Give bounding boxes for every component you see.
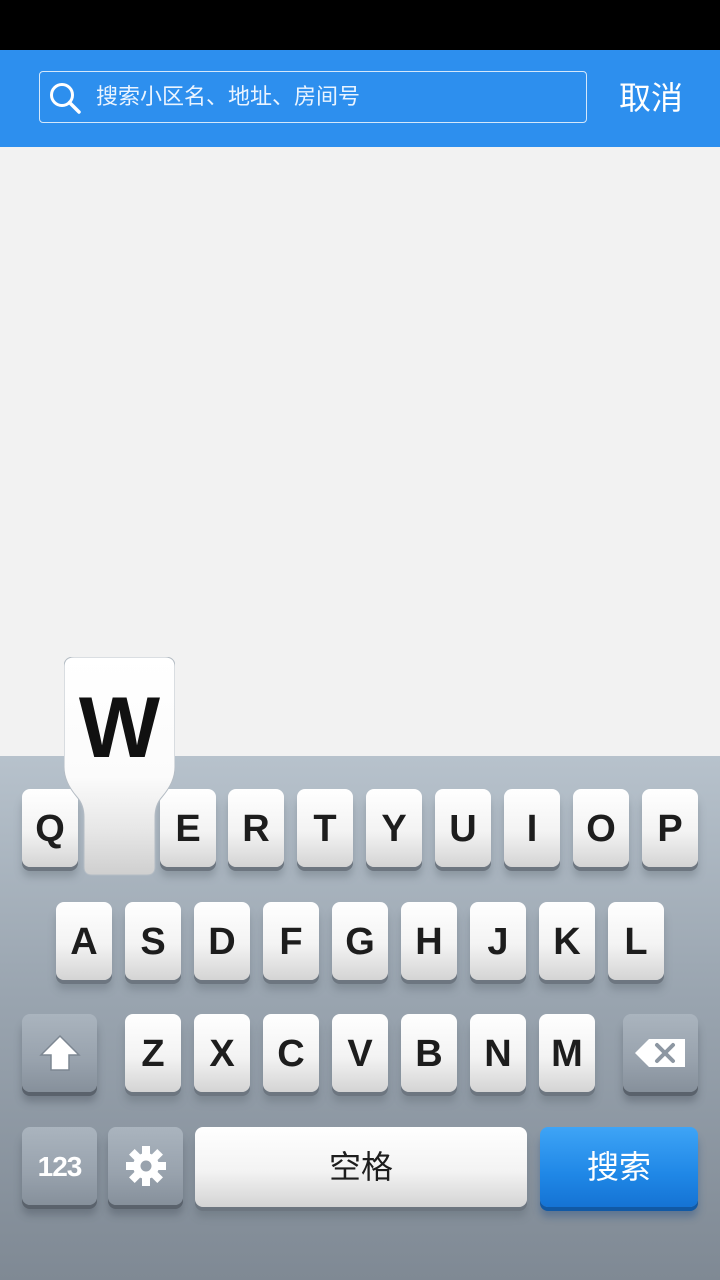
key-w-popup[interactable]: W [64,657,175,877]
key-s[interactable]: S [125,902,181,980]
shift-key[interactable] [22,1014,97,1092]
key-x[interactable]: X [194,1014,250,1092]
key-k[interactable]: K [539,902,595,980]
numbers-key[interactable]: 123 [22,1127,97,1205]
key-g[interactable]: G [332,902,388,980]
key-f[interactable]: F [263,902,319,980]
key-h[interactable]: H [401,902,457,980]
key-u[interactable]: U [435,789,491,867]
key-d[interactable]: D [194,902,250,980]
key-j[interactable]: J [470,902,526,980]
search-key[interactable]: 搜索 [540,1127,698,1207]
search-box[interactable] [39,71,587,123]
space-key[interactable]: 空格 [195,1127,527,1207]
search-header: 取消 [0,50,720,147]
key-b[interactable]: B [401,1014,457,1092]
key-m[interactable]: M [539,1014,595,1092]
search-icon [48,81,82,115]
key-z[interactable]: Z [125,1014,181,1092]
status-bar [0,0,720,50]
key-n[interactable]: N [470,1014,526,1092]
key-o[interactable]: O [573,789,629,867]
backspace-icon [623,1014,698,1092]
popup-letter: W [78,680,161,776]
key-r[interactable]: R [228,789,284,867]
key-i[interactable]: I [504,789,560,867]
shift-icon [22,1014,97,1092]
key-t[interactable]: T [297,789,353,867]
key-v[interactable]: V [332,1014,388,1092]
cancel-button[interactable]: 取消 [606,72,696,124]
key-l[interactable]: L [608,902,664,980]
key-c[interactable]: C [263,1014,319,1092]
gear-icon [108,1127,183,1205]
backspace-key[interactable] [623,1014,698,1092]
key-y[interactable]: Y [366,789,422,867]
key-p[interactable]: P [642,789,698,867]
settings-key[interactable] [108,1127,183,1205]
key-a[interactable]: A [56,902,112,980]
search-input[interactable] [94,72,578,123]
